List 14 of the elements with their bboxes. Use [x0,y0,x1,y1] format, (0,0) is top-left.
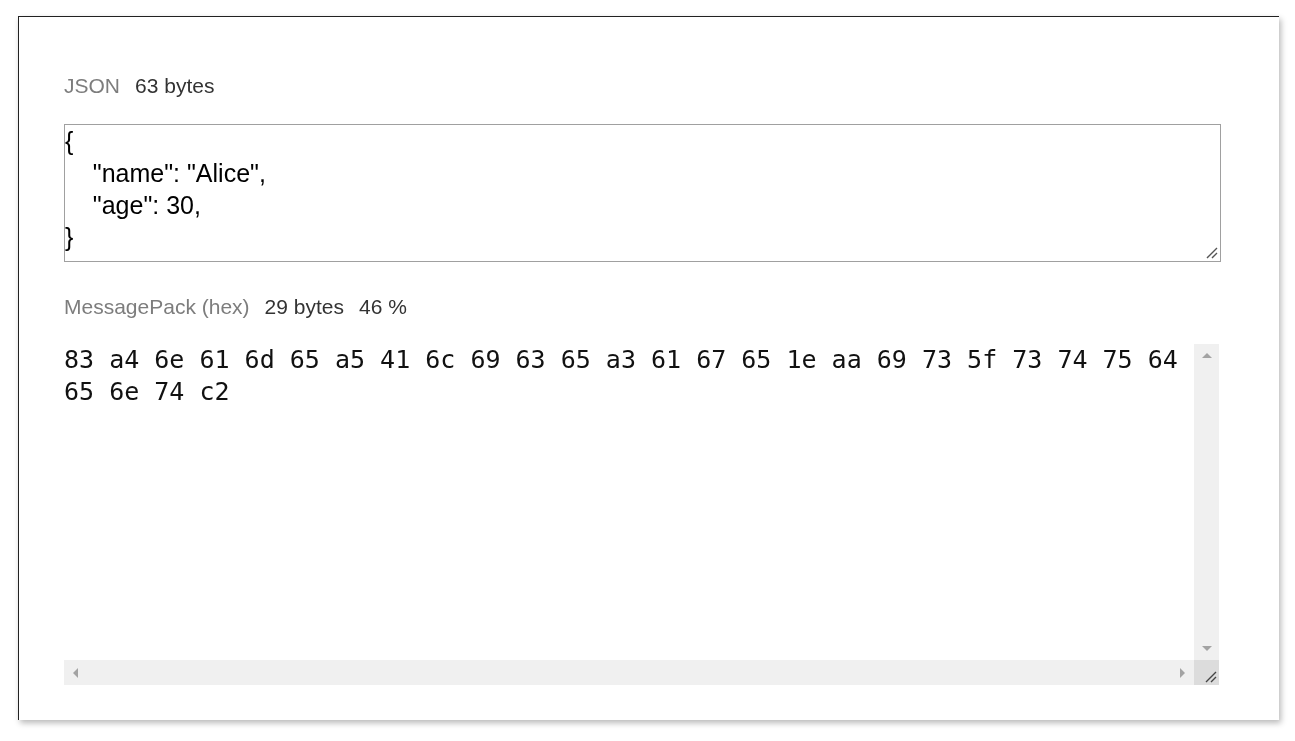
section-label: MessagePack (hex) [64,295,250,319]
resize-grip-icon[interactable] [1205,671,1217,683]
scroll-up-arrow-icon[interactable] [1201,353,1212,358]
compression-ratio: 46 % [358,295,407,319]
horizontal-scrollbar[interactable] [64,660,1194,685]
byte-count: 63 bytes [135,74,215,98]
vertical-scrollbar[interactable] [1194,344,1219,660]
resize-grip-icon[interactable] [1206,247,1218,259]
scroll-down-arrow-icon[interactable] [1201,646,1212,651]
section-label: JSON [64,74,120,98]
byte-count: 29 bytes [264,295,344,319]
json-input-field[interactable]: { "name": "Alice", "age": 30, } [64,124,1221,262]
scroll-left-arrow-icon[interactable] [73,667,78,678]
scroll-right-arrow-icon[interactable] [1180,667,1185,678]
